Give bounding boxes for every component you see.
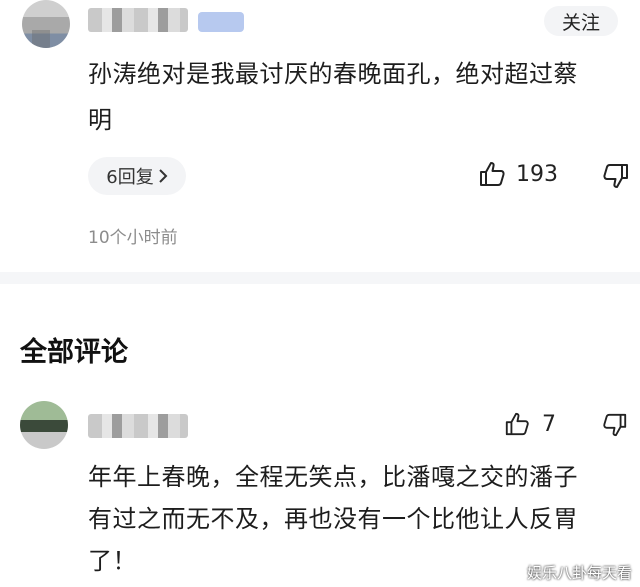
like-count: 193	[516, 161, 558, 187]
comment-line-1: 年年上春晚，全程无笑点，比潘嘎之交的潘子	[88, 463, 578, 491]
comment-line-2: 有过之而无不及，再也没有一个比他让人反胃	[88, 505, 578, 533]
thumbs-down-icon	[602, 162, 630, 190]
section-title: 全部评论	[20, 337, 128, 368]
username-blurred[interactable]	[88, 8, 188, 32]
comment-line-1: 孙涛绝对是我最讨厌的春晚面孔，绝对超过蔡	[88, 60, 578, 88]
avatar[interactable]	[20, 401, 68, 449]
like-button[interactable]: 193	[478, 160, 558, 188]
username-blurred[interactable]	[88, 414, 188, 438]
comment-line-3: 了！	[88, 547, 137, 575]
timestamp: 10个小时前	[88, 228, 178, 248]
like-button[interactable]: 7	[504, 411, 556, 437]
section-divider	[0, 272, 640, 284]
watermark: 娱乐八卦每天看	[526, 564, 632, 582]
replies-label: 6回复	[106, 167, 154, 188]
follow-button[interactable]: 关注	[544, 6, 618, 36]
follow-label: 关注	[561, 11, 600, 34]
thumbs-up-icon	[504, 411, 530, 437]
dislike-button[interactable]	[602, 412, 628, 438]
dislike-button[interactable]	[602, 162, 630, 190]
thumbs-down-icon	[602, 412, 628, 438]
avatar[interactable]	[22, 0, 70, 48]
user-badge	[198, 12, 244, 32]
like-count: 7	[542, 411, 556, 437]
chevron-right-icon	[158, 169, 168, 183]
thumbs-up-icon	[478, 160, 506, 188]
comment-line-2: 明	[88, 106, 113, 134]
comment-text: 孙涛绝对是我最讨厌的春晚面孔，绝对超过蔡 明	[88, 54, 578, 140]
replies-button[interactable]: 6回复	[88, 157, 186, 195]
comment-text: 年年上春晚，全程无笑点，比潘嘎之交的潘子 有过之而无不及，再也没有一个比他让人反…	[88, 456, 578, 582]
